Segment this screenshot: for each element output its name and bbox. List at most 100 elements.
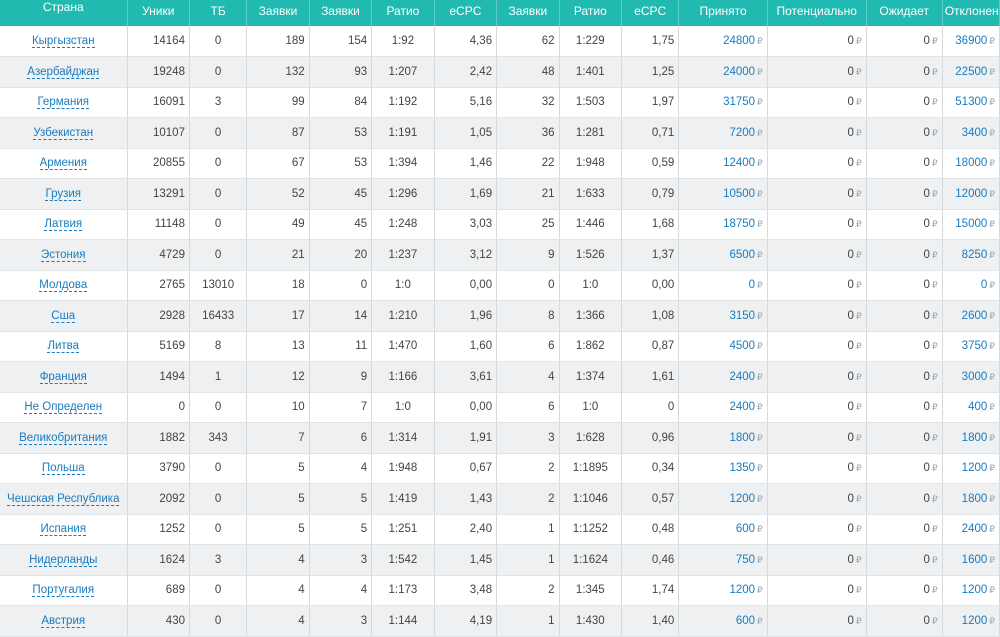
money-cell: 0 ₽ [767,270,867,301]
country-cell[interactable]: Великобритания [0,422,128,454]
column-header[interactable]: eCPC [434,0,498,26]
country-cell[interactable]: Чешская Республика [0,483,128,515]
data-cell: 4 [246,575,310,606]
cell-value: 18750 [723,218,756,231]
column-header[interactable]: Уники [127,0,190,26]
cell-value: 0 [847,462,854,475]
data-cell: 1:345 [559,575,623,606]
table-row: Эстония 4729 0 21 20 1:237 3,12 9 1:526 1,37 6500 ₽… [0,239,1000,271]
column-header[interactable]: Ратио [371,0,435,26]
country-link[interactable]: Чешская Республика [7,492,120,506]
country-link[interactable]: Германия [37,96,90,110]
country-link[interactable]: Не Определен [24,401,103,415]
country-cell[interactable]: Латвия [0,209,128,240]
country-link[interactable]: Кыргызстан [31,35,95,48]
country-cell[interactable]: Сша [0,300,128,332]
country-link[interactable]: Португалия [32,584,95,598]
country-link[interactable]: Азербайджан [27,65,100,79]
money-cell: 0 ₽ [767,87,867,118]
column-header[interactable]: eCPC [621,0,680,26]
table-row: Кыргызстан 14164 0 189 154 1:92 4,36 62 1:229 1,7… [0,26,1000,57]
country-link[interactable]: Литва [47,340,80,354]
cell-value: 2400 [961,523,988,536]
country-link[interactable]: Узбекистан [33,126,94,140]
column-header[interactable]: Заявки [309,0,373,26]
country-cell[interactable]: Не Определен [0,392,128,423]
data-cell: 84 [309,87,373,118]
country-cell[interactable]: Армения [0,148,128,179]
data-cell: 13010 [189,270,248,301]
country-link[interactable]: Франция [39,370,87,384]
country-link[interactable]: Молдова [39,279,88,293]
money-cell: 24000 ₽ [678,56,768,88]
country-cell[interactable]: Испания [0,514,128,545]
country-link[interactable]: Грузия [45,187,82,201]
country-link[interactable]: Нидерланды [29,553,98,567]
data-cell: 0 [189,26,248,57]
country-link[interactable]: Великобритания [19,431,108,445]
country-link[interactable]: Польша [41,462,85,476]
country-link[interactable]: Эстония [40,248,86,262]
country-link[interactable]: Испания [40,523,87,537]
column-header[interactable]: ТБ [189,0,248,26]
table-row: Испания 1252 0 5 5 1:251 2,40 1 1:1252 0,48 600 ₽0 ₽… [0,514,1000,545]
country-cell[interactable]: Австрия [0,605,128,637]
table-row: Германия 16091 3 99 84 1:192 5,16 32 1:503 1,97 31… [0,87,1000,118]
cell-value: 0 [847,309,854,322]
country-cell[interactable]: Узбекистан [0,117,128,149]
data-cell: 0,87 [621,331,680,362]
country-cell[interactable]: Португалия [0,575,128,606]
column-header[interactable]: Страна [0,0,128,26]
country-cell[interactable]: Азербайджан [0,56,128,88]
country-cell[interactable]: Германия [0,87,128,118]
money-cell: 18000 ₽ [942,148,1000,179]
cell-value: 0 [923,279,930,292]
country-cell[interactable]: Молдова [0,270,128,301]
column-header[interactable]: Ожидает [866,0,943,26]
column-header[interactable]: Потенциально [767,0,867,26]
data-cell: 1,40 [621,605,680,637]
ruble-icon: ₽ [989,585,995,596]
cell-value: 0 [923,309,930,322]
cell-value: 3000 [961,370,988,383]
data-cell: 1 [189,361,248,393]
country-link[interactable]: Латвия [44,218,83,232]
money-cell: 1800 ₽ [942,422,1000,454]
data-cell: 1:0 [371,392,435,423]
country-cell[interactable]: Франция [0,361,128,393]
cell-value: 0 [847,553,854,566]
country-link[interactable]: Армения [39,157,87,171]
money-cell: 3400 ₽ [942,117,1000,149]
country-cell[interactable]: Кыргызстан [0,26,128,57]
cell-value: 18000 [955,157,988,170]
data-cell: 13 [246,331,310,362]
money-cell: 4500 ₽ [678,331,768,362]
ruble-icon: ₽ [855,188,862,199]
money-cell: 0 ₽ [866,392,943,423]
ruble-icon: ₽ [855,432,862,443]
data-cell: 1252 [127,514,190,545]
cell-value: 0 [923,492,930,505]
country-link[interactable]: Сша [51,309,76,323]
country-cell[interactable]: Грузия [0,178,128,210]
column-header[interactable]: Ратио [559,0,623,26]
column-header[interactable]: Принято [678,0,768,26]
table-row: Азербайджан 19248 0 132 93 1:207 2,42 48 1:401 1,… [0,56,1000,88]
country-link[interactable]: Австрия [41,614,86,628]
data-cell: 62 [496,26,560,57]
country-cell[interactable]: Эстония [0,239,128,271]
column-header[interactable]: Заявки [246,0,310,26]
cell-value: 0 [923,401,930,414]
money-cell: 0 ₽ [767,514,867,545]
country-cell[interactable]: Польша [0,453,128,484]
column-header[interactable]: Отклонено [942,0,1000,26]
column-header[interactable]: Заявки [496,0,560,26]
country-cell[interactable]: Нидерланды [0,544,128,576]
ruble-icon: ₽ [855,36,862,46]
country-cell[interactable]: Литва [0,331,128,362]
ruble-icon: ₽ [757,585,763,596]
data-cell: 1:210 [371,300,435,332]
data-cell: 2928 [127,300,190,332]
data-cell: 1494 [127,361,190,393]
data-cell: 0 [189,117,248,149]
